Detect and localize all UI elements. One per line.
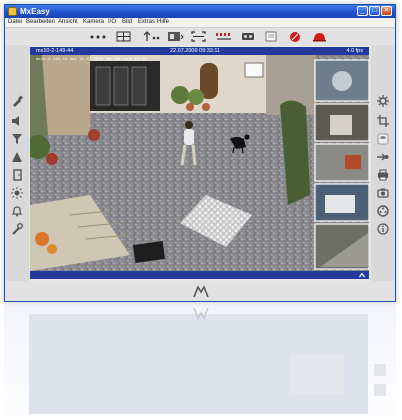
alarm-icon[interactable] (312, 31, 327, 42)
menu-io[interactable]: I/O (108, 18, 116, 27)
window-title: MxEasy (20, 7, 50, 16)
funnel-icon[interactable] (11, 133, 23, 145)
dots-icon[interactable] (89, 31, 107, 42)
close-button[interactable]: ✕ (381, 6, 392, 16)
viewer-bottom-bar (30, 271, 369, 279)
app-window: MxEasy _ □ ✕ Datei Bearbeiten Ansicht Ka… (4, 4, 396, 302)
camera-info-bar: mx10-2-149-44 22.07.2009 09:33:11 4.0 fp… (30, 47, 369, 55)
right-tool-bar (371, 45, 395, 281)
notepad-icon[interactable] (265, 31, 277, 42)
signal-icon[interactable] (215, 31, 233, 42)
overlay-text: mx10-2-149-44 Sat 22.07.2009 Sec Mx-Line… (36, 58, 147, 62)
reflection-image (29, 307, 386, 414)
title-bar: MxEasy _ □ ✕ (5, 5, 395, 18)
speaker-icon[interactable] (11, 115, 23, 127)
live-view-panel[interactable]: mx10-2-149-44 22.07.2009 09:33:11 4.0 fp… (30, 47, 369, 279)
triangle-icon[interactable] (11, 151, 23, 163)
maximize-button[interactable]: □ (369, 6, 380, 16)
camera-image[interactable] (30, 55, 369, 271)
window-reflection (4, 304, 396, 416)
tape-icon[interactable] (241, 31, 255, 42)
status-bar (5, 281, 395, 301)
menu-extras[interactable]: Extras (138, 18, 155, 27)
chevron-up-icon[interactable] (359, 272, 365, 278)
minimize-button[interactable]: _ (357, 6, 368, 16)
fullscreen-icon[interactable] (191, 31, 206, 42)
frame-rate: 4.0 fps (346, 48, 363, 54)
left-tool-bar (5, 45, 29, 281)
gear-icon[interactable] (377, 95, 389, 107)
menu-bild[interactable]: Bild (122, 18, 132, 27)
menu-bar: Datei Bearbeiten Ansicht Kamera I/O Bild… (5, 18, 395, 28)
camera-icon[interactable] (377, 187, 389, 199)
toolbar (5, 28, 395, 45)
mobotix-logo-icon (193, 285, 209, 298)
bell-icon[interactable] (11, 205, 23, 217)
phone-icon[interactable] (377, 133, 389, 145)
camera-label: mx10-2-149-44 (36, 48, 74, 54)
menu-bearbeiten[interactable]: Bearbeiten (26, 18, 55, 27)
brightness-icon[interactable] (11, 187, 23, 199)
paint-icon[interactable] (11, 95, 23, 107)
menu-ansicht[interactable]: Ansicht (58, 18, 78, 27)
arrows-icon[interactable] (143, 31, 160, 42)
printer-icon[interactable] (377, 169, 389, 181)
layout-grid-icon[interactable] (116, 31, 131, 42)
menu-hilfe[interactable]: Hilfe (157, 18, 169, 27)
wrench-icon[interactable] (11, 223, 23, 235)
door-icon[interactable] (11, 169, 23, 181)
menu-kamera[interactable]: Kamera (83, 18, 104, 27)
app-icon (8, 7, 17, 16)
split-view-icon[interactable] (167, 31, 184, 42)
menu-datei[interactable]: Datei (8, 18, 22, 27)
record-icon[interactable] (289, 31, 301, 42)
crop-icon[interactable] (377, 115, 389, 127)
timestamp: 22.07.2009 09:33:11 (170, 48, 221, 54)
info-icon[interactable] (377, 223, 389, 235)
arrow-icon[interactable] (377, 151, 389, 163)
reel-icon[interactable] (377, 205, 389, 217)
